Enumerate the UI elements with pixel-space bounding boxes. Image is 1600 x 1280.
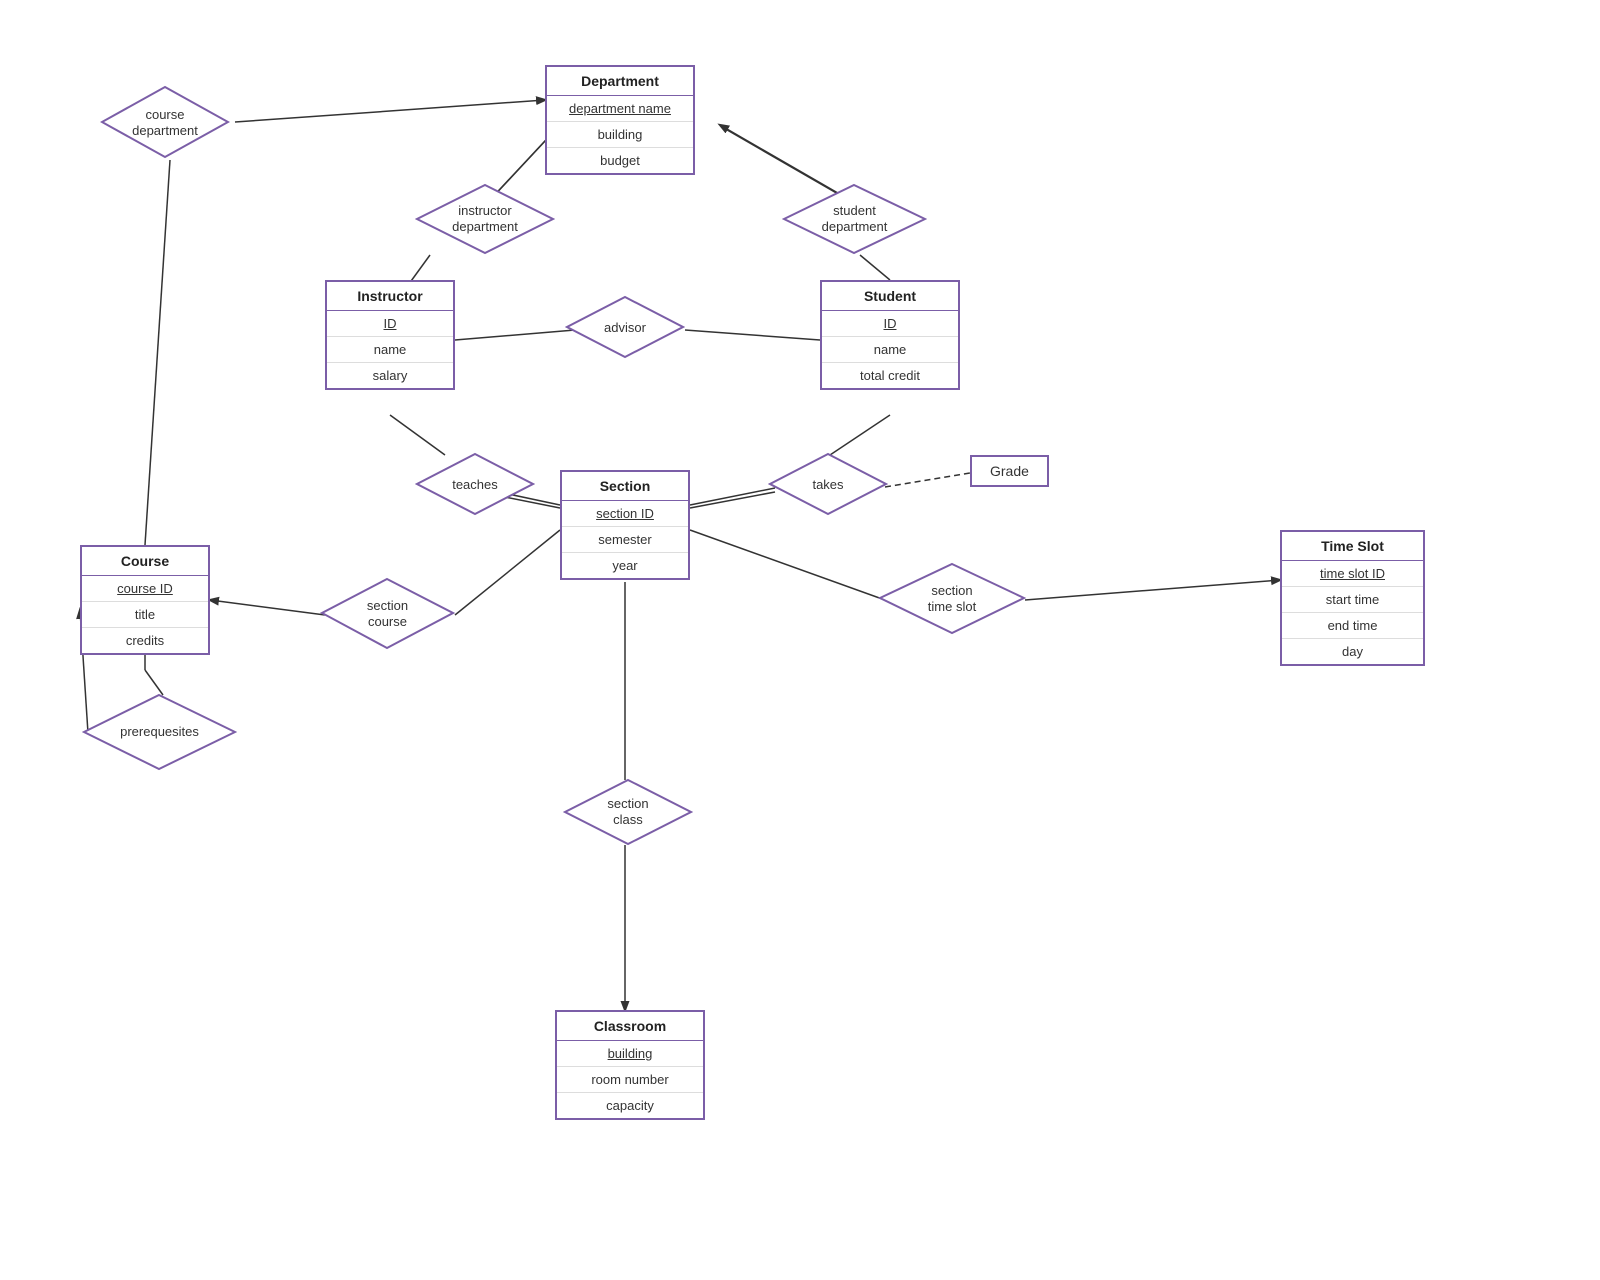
instr-title: Instructor [327, 282, 453, 311]
diamond-section-class: sectionclass [563, 778, 693, 846]
timeslot-attr-end: end time [1282, 613, 1423, 639]
classroom-attr-capacity: capacity [557, 1093, 703, 1118]
course-attr-credits: credits [82, 628, 208, 653]
grade-label: Grade [990, 463, 1029, 479]
section-attr-year: year [562, 553, 688, 578]
diamond-section-course-label: sectioncourse [367, 598, 408, 629]
instr-attr-id: ID [327, 311, 453, 337]
diamond-takes: takes [768, 452, 888, 517]
course-title: Course [82, 547, 208, 576]
diamond-course-dept: coursedepartment [100, 85, 230, 160]
diamond-instr-dept-label: instructordepartment [452, 203, 518, 234]
course-attr-id: course ID [82, 576, 208, 602]
diamond-takes-label: takes [812, 477, 843, 493]
student-attr-id: ID [822, 311, 958, 337]
entity-course: Course course ID title credits [80, 545, 210, 655]
entity-classroom: Classroom building room number capacity [555, 1010, 705, 1120]
section-attr-id: section ID [562, 501, 688, 527]
dept-attr-name: department name [547, 96, 693, 122]
diamond-instr-dept: instructordepartment [415, 183, 555, 255]
entity-student: Student ID name total credit [820, 280, 960, 390]
er-diagram: Department department name building budg… [0, 0, 1600, 1280]
diamond-teaches-label: teaches [452, 477, 498, 493]
student-attr-credit: total credit [822, 363, 958, 388]
classroom-attr-building: building [557, 1041, 703, 1067]
grade-box: Grade [970, 455, 1049, 487]
dept-attr-budget: budget [547, 148, 693, 173]
diamond-advisor-label: advisor [604, 320, 646, 336]
course-attr-title: title [82, 602, 208, 628]
dept-attr-building: building [547, 122, 693, 148]
timeslot-title: Time Slot [1282, 532, 1423, 561]
student-attr-name: name [822, 337, 958, 363]
diamond-section-timeslot: sectiontime slot [878, 562, 1026, 635]
classroom-attr-room: room number [557, 1067, 703, 1093]
timeslot-attr-start: start time [1282, 587, 1423, 613]
section-attr-semester: semester [562, 527, 688, 553]
diamond-advisor: advisor [565, 295, 685, 360]
entity-department: Department department name building budg… [545, 65, 695, 175]
entity-section: Section section ID semester year [560, 470, 690, 580]
instr-attr-salary: salary [327, 363, 453, 388]
timeslot-attr-day: day [1282, 639, 1423, 664]
student-title: Student [822, 282, 958, 311]
diamond-prereq: prerequesites [82, 693, 237, 771]
diamond-course-dept-label: coursedepartment [132, 107, 198, 138]
diamond-prereq-label: prerequesites [120, 724, 199, 740]
dept-title: Department [547, 67, 693, 96]
entity-instructor: Instructor ID name salary [325, 280, 455, 390]
diamond-section-class-label: sectionclass [607, 796, 648, 827]
diamond-student-dept-label: studentdepartment [822, 203, 888, 234]
timeslot-attr-id: time slot ID [1282, 561, 1423, 587]
instr-attr-name: name [327, 337, 453, 363]
section-title: Section [562, 472, 688, 501]
classroom-title: Classroom [557, 1012, 703, 1041]
diamond-section-course: sectioncourse [320, 577, 455, 650]
entity-timeslot: Time Slot time slot ID start time end ti… [1280, 530, 1425, 666]
diamond-student-dept: studentdepartment [782, 183, 927, 255]
diamond-teaches: teaches [415, 452, 535, 517]
diamond-section-timeslot-label: sectiontime slot [928, 583, 976, 614]
